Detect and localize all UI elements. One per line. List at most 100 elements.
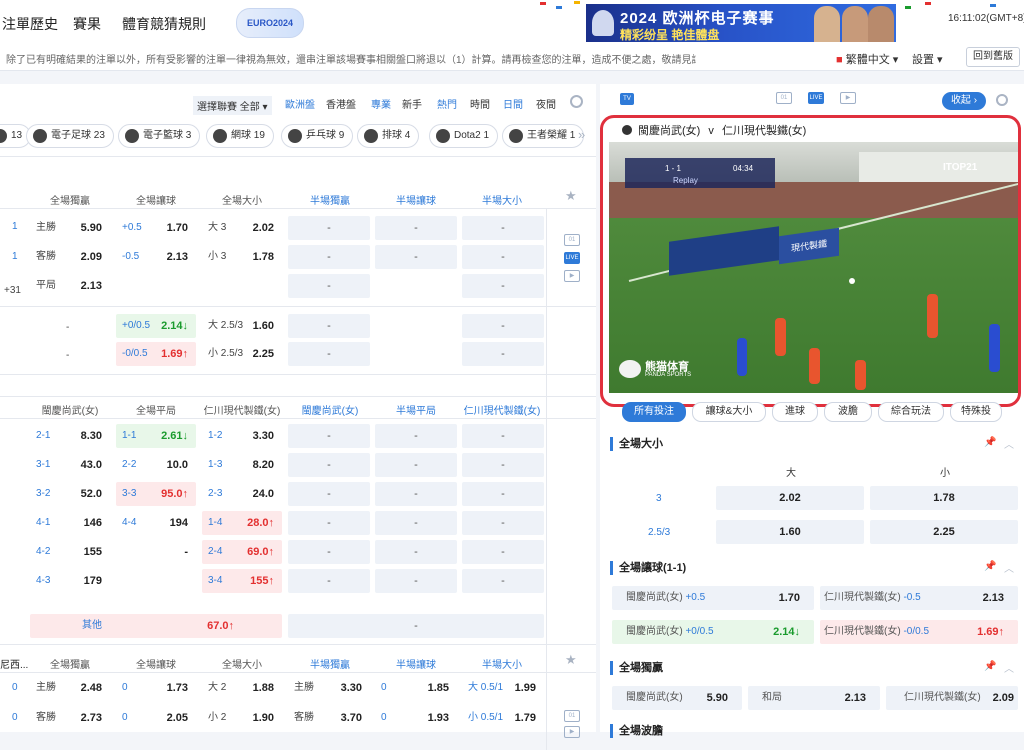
odds-cell[interactable]: - (462, 569, 544, 593)
tv-icon[interactable]: TV (620, 93, 634, 105)
odds-cell[interactable]: - (375, 245, 457, 269)
odds-cell[interactable]: - (375, 540, 457, 564)
odds-cell[interactable]: +0/0.5 2.14↓ (116, 314, 196, 338)
odds-cell[interactable]: 1-1 2.61↓ (116, 424, 196, 448)
odds-cell[interactable]: - (288, 569, 370, 593)
nav-bet-history[interactable]: 注單歷史 (2, 14, 58, 34)
odds-cell[interactable]: 2.02 (716, 486, 864, 510)
odds-cell[interactable]: - (462, 540, 544, 564)
odds-cell[interactable]: - (288, 511, 370, 535)
odds-cell[interactable]: - (375, 569, 457, 593)
animation-icon[interactable]: ▶ (564, 726, 580, 738)
star-icon[interactable]: ★ (565, 652, 577, 668)
sport-chip-tennis[interactable]: 網球 19 (206, 124, 274, 148)
stats-icon[interactable]: 01 (564, 234, 580, 246)
odds-cell[interactable]: 2-4 69.0↑ (202, 540, 282, 564)
live-tab-icon[interactable]: LIVE (808, 92, 824, 104)
odds-cell[interactable]: 1.78 (870, 486, 1018, 510)
odds-cell[interactable]: - (462, 342, 544, 366)
sport-chip-ebasketball[interactable]: 電子籃球 3 (118, 124, 201, 148)
odds-cell[interactable]: 2-2 10.0 (116, 453, 196, 477)
odds-cell[interactable]: - (462, 424, 544, 448)
odds-cell[interactable]: 大 2.5/3 1.60 (202, 314, 282, 338)
sport-chip-dota[interactable]: Dota2 1 (429, 124, 499, 148)
odds-cell[interactable]: - (375, 511, 457, 535)
odds-cell[interactable]: - (462, 274, 544, 298)
odds-cell[interactable]: 平局 2.13 (30, 274, 110, 298)
tab-goals[interactable]: 進球 (772, 402, 818, 422)
odds-cell[interactable]: 0 2.05 (116, 706, 196, 730)
odds-cell[interactable]: -0.5 2.13 (116, 245, 196, 269)
odds-cell[interactable]: 仁川現代製鐵(女) -0/0.5 1.69↑ (820, 620, 1018, 644)
odds-cell[interactable]: - (288, 274, 370, 298)
star-icon[interactable]: ★ (565, 188, 577, 204)
odds-cell[interactable] (116, 569, 196, 593)
pin-icon[interactable]: 📌 (984, 437, 996, 448)
odds-cell[interactable]: 仁川現代製鐵(女) -0.5 2.13 (820, 586, 1018, 610)
sport-chip-honor[interactable]: 王者榮耀 1 (502, 124, 585, 148)
tab-all-bets[interactable]: 所有投注 (622, 402, 686, 422)
odds-cell[interactable]: 0 1.73 (116, 676, 196, 700)
odds-cell[interactable]: 2-3 24.0 (202, 482, 282, 506)
odds-cell[interactable]: 主勝 2.48 (30, 676, 110, 700)
odds-cell[interactable]: 4-2 155 (30, 540, 110, 564)
odds-cell[interactable]: 客勝 2.73 (30, 706, 110, 730)
odds-cell[interactable]: - (288, 245, 370, 269)
odds-cell[interactable]: +0.5 1.70 (116, 216, 196, 240)
tab-special[interactable]: 特殊投 (950, 402, 1002, 422)
odds-cell[interactable]: 3-2 52.0 (30, 482, 110, 506)
tab-combo[interactable]: 綜合玩法 (878, 402, 944, 422)
live-video[interactable]: 現代製鐵 1 - 1 04:34 Replay ITOP21 熊猫体育 PAND… (609, 142, 1018, 393)
sport-chip-pingpong[interactable]: 乒乓球 9 (281, 124, 354, 148)
animation-icon[interactable]: ▶ (564, 270, 580, 282)
odds-cell[interactable]: - (288, 614, 544, 638)
stats-icon[interactable]: 01 (564, 710, 580, 722)
settings-menu[interactable]: 設置 ▾ (912, 51, 943, 67)
odds-cell[interactable]: 仁川現代製鐵(女) 2.09 (886, 686, 1018, 710)
period-night[interactable]: 夜間 (536, 96, 556, 111)
odds-cell[interactable]: 閩慶尚武(女) +0/0.5 2.14↓ (612, 620, 814, 644)
odds-hk[interactable]: 香港盤 (326, 96, 356, 111)
refresh-icon[interactable] (996, 94, 1008, 106)
odds-cell[interactable]: - (462, 511, 544, 535)
odds-cell[interactable]: 3-1 43.0 (30, 453, 110, 477)
stats-tab-icon[interactable]: 01 (776, 92, 792, 104)
odds-cell[interactable]: 閩慶尚武(女) 5.90 (612, 686, 742, 710)
odds-cell[interactable]: 小 2 1.90 (202, 706, 282, 730)
odds-cell[interactable]: 大 3 2.02 (202, 216, 282, 240)
odds-cell[interactable]: 4-1 146 (30, 511, 110, 535)
language-select[interactable]: ■ 繁體中文 ▾ (836, 51, 898, 67)
animation-tab-icon[interactable]: ▶ (840, 92, 856, 104)
odds-cell[interactable]: - (288, 216, 370, 240)
odds-cell[interactable]: - (375, 424, 457, 448)
refresh-icon[interactable] (570, 95, 583, 108)
period-day[interactable]: 日間 (503, 96, 523, 111)
odds-cell[interactable]: 小 2.5/3 2.25 (202, 342, 282, 366)
chevron-up-icon[interactable]: ︿ (1004, 660, 1014, 675)
odds-european[interactable]: 歐洲盤 (285, 96, 315, 111)
sort-hot[interactable]: 熱門 (437, 96, 457, 111)
odds-cell[interactable]: -0/0.5 1.69↑ (116, 342, 196, 366)
nav-rules[interactable]: 體育競猜規則 (122, 14, 206, 34)
collapse-button[interactable]: 收起 › (942, 92, 986, 110)
odds-cell[interactable]: 客勝 3.70 (288, 706, 370, 730)
odds-cell[interactable]: - (288, 314, 370, 338)
sort-time[interactable]: 時間 (470, 96, 490, 111)
tab-handicap-ou[interactable]: 讓球&大小 (692, 402, 766, 422)
odds-cell[interactable]: 1.60 (716, 520, 864, 544)
odds-cell[interactable]: 1-4 28.0↑ (202, 511, 282, 535)
league-select[interactable]: 選擇聯賽 全部 ▾ (193, 96, 272, 115)
odds-cell[interactable]: 閩慶尚武(女) +0.5 1.70 (612, 586, 814, 610)
mode-pro[interactable]: 專業 (371, 96, 391, 111)
odds-cell[interactable]: - (462, 216, 544, 240)
odds-cell[interactable]: 大 0.5/1 1.99 (462, 676, 544, 700)
promo-banner[interactable]: 2024 欧洲杯电子赛事 精彩纷呈 艳佳體盘 (586, 4, 896, 42)
chevron-right-icon[interactable]: » (578, 127, 585, 142)
back-to-old-button[interactable]: 回到舊版 (966, 47, 1020, 67)
odds-cell[interactable]: 客勝 2.09 (30, 245, 110, 269)
odds-cell[interactable]: 小 0.5/1 1.79 (462, 706, 544, 730)
odds-cell[interactable]: - (462, 482, 544, 506)
odds-cell[interactable]: - (375, 453, 457, 477)
odds-cell[interactable]: 2-1 8.30 (30, 424, 110, 448)
odds-cell[interactable]: 大 2 1.88 (202, 676, 282, 700)
